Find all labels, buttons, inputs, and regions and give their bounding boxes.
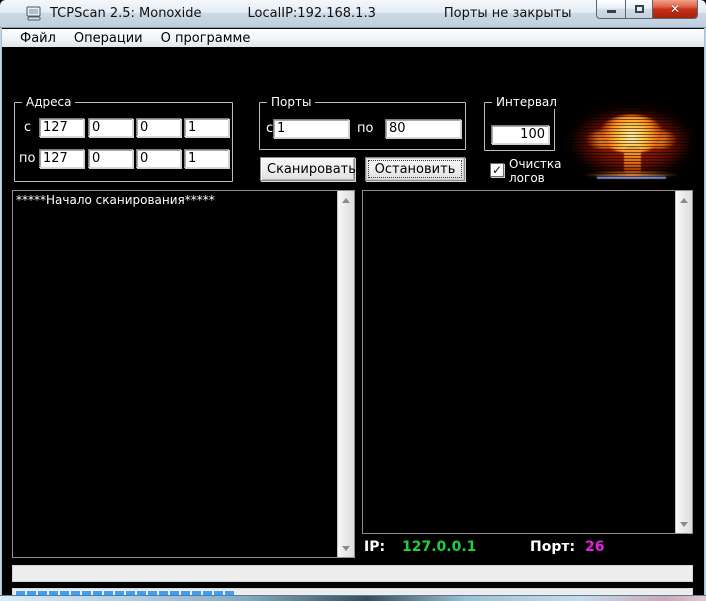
address-from-octet1[interactable]: [39, 118, 84, 137]
right-log-scrollbar[interactable]: [675, 191, 692, 533]
scroll-down-button[interactable]: [338, 540, 354, 556]
port-from-input[interactable]: [273, 119, 349, 138]
app-window: TCPScan 2.5: Monoxide LocalIP:192.168.1.…: [0, 0, 706, 601]
clear-logs-checkbox[interactable]: ✓: [490, 163, 504, 177]
scan-log-left[interactable]: *****Начало сканирования*****: [12, 190, 355, 558]
explosion-image: [566, 101, 697, 187]
ports-status-text: Порты не закрыты: [443, 6, 572, 21]
ip-label: IP:: [364, 539, 386, 555]
menu-item-operations[interactable]: Операции: [65, 29, 152, 47]
menu-bar: Файл Операции О программе: [1, 29, 705, 47]
ports-group: Порты с по: [259, 95, 466, 150]
port-to-label: по: [357, 121, 374, 136]
scanlines-overlay: [566, 101, 697, 187]
minimize-button[interactable]: [596, 0, 626, 19]
addresses-group: Адреса с по: [14, 95, 233, 182]
scan-log-text: *****Начало сканирования*****: [16, 193, 215, 207]
menu-item-file[interactable]: Файл: [11, 29, 65, 47]
menu-item-about[interactable]: О программе: [152, 29, 260, 47]
window-border-bottom: [0, 595, 706, 601]
address-to-octet1[interactable]: [39, 149, 84, 168]
triangle-down-icon: [342, 545, 350, 551]
triangle-up-icon: [680, 197, 688, 203]
interval-group: Интервал: [484, 95, 561, 151]
local-ip-text: LocalIP:192.168.1.3: [247, 6, 376, 21]
maximize-icon: [634, 5, 644, 13]
client-area: Адреса с по Порты с по Интервал Сканиров: [2, 47, 704, 601]
address-from-octet4[interactable]: [184, 118, 229, 137]
close-icon: ✕: [669, 2, 681, 16]
results-log-right[interactable]: [362, 190, 693, 534]
window-title: TCPScan 2.5: Monoxide: [50, 6, 202, 21]
address-from-label: с: [24, 120, 32, 135]
minimize-icon: [606, 10, 616, 13]
interval-group-title: Интервал: [492, 95, 561, 109]
app-icon: [26, 6, 42, 21]
check-icon: ✓: [491, 162, 503, 177]
scroll-down-button[interactable]: [676, 516, 692, 532]
ports-group-title: Порты: [267, 95, 316, 109]
maximize-button[interactable]: [625, 0, 653, 19]
addresses-group-title: Адреса: [22, 95, 76, 109]
progress-bar-top: [12, 565, 693, 582]
address-from-octet2[interactable]: [88, 118, 133, 137]
status-line: IP: 127.0.0.1 Порт: 26: [362, 539, 702, 559]
window-border-left: [0, 28, 2, 601]
interval-input[interactable]: [491, 125, 549, 144]
port-label: Порт:: [530, 539, 576, 555]
triangle-up-icon: [342, 197, 350, 203]
scan-button[interactable]: Сканировать: [260, 157, 356, 181]
address-to-octet3[interactable]: [136, 149, 181, 168]
address-to-octet4[interactable]: [184, 149, 229, 168]
ip-value: 127.0.0.1: [402, 539, 477, 555]
scroll-up-button[interactable]: [676, 192, 692, 208]
stop-button[interactable]: Остановить: [365, 157, 465, 181]
close-button[interactable]: ✕: [652, 0, 698, 19]
address-to-label: по: [19, 151, 36, 166]
clear-logs-label: Очистка логов: [509, 157, 562, 185]
address-from-octet3[interactable]: [136, 118, 181, 137]
port-value: 26: [585, 539, 605, 555]
triangle-down-icon: [680, 521, 688, 527]
scroll-up-button[interactable]: [338, 192, 354, 208]
address-to-octet2[interactable]: [88, 149, 133, 168]
port-to-input[interactable]: [385, 119, 461, 138]
left-log-scrollbar[interactable]: [337, 191, 354, 557]
caption-buttons: ✕: [596, 0, 698, 19]
